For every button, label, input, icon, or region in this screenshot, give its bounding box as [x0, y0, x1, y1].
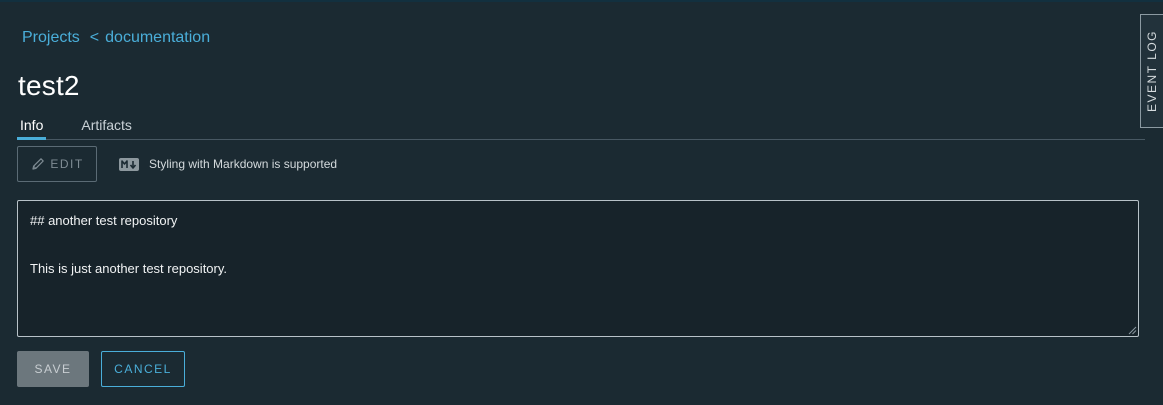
edit-button[interactable]: EDIT [17, 146, 97, 182]
textarea-line-heading: ## another test repository [30, 213, 178, 228]
description-toolbar: EDIT Styling with Markdown is supported [17, 146, 337, 182]
resize-handle-icon[interactable] [1127, 325, 1137, 335]
tab-artifacts[interactable]: Artifacts [78, 115, 135, 137]
tab-info[interactable]: Info [17, 115, 47, 140]
markdown-hint-text: Styling with Markdown is supported [149, 157, 338, 171]
edit-button-label: EDIT [50, 157, 84, 171]
event-log-tab[interactable]: EVENT LOG [1140, 14, 1163, 128]
page-title: test2 [18, 70, 80, 101]
markdown-icon [119, 157, 139, 171]
page: Projects < documentation test2 Info Arti… [0, 0, 1163, 405]
textarea-line-body: This is just another test repository. [30, 261, 228, 276]
event-log-label: EVENT LOG [1145, 30, 1159, 112]
pencil-icon [32, 158, 45, 170]
tab-bar: Info Artifacts [17, 115, 1145, 140]
description-textarea[interactable]: ## another test repository This is just … [17, 200, 1139, 337]
breadcrumb-documentation-link[interactable]: documentation [105, 29, 210, 47]
save-button[interactable]: SAVE [17, 351, 89, 387]
cancel-button[interactable]: CANCEL [101, 351, 185, 387]
breadcrumb-projects-link[interactable]: Projects [22, 29, 80, 47]
breadcrumb-separator: < [89, 29, 100, 46]
breadcrumb: Projects < documentation [22, 29, 210, 47]
markdown-hint: Styling with Markdown is supported [119, 157, 337, 171]
